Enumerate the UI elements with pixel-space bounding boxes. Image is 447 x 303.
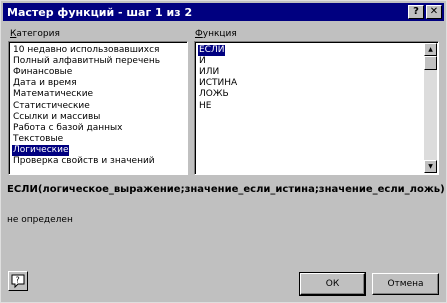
function-item[interactable]: ИЛИ xyxy=(198,67,220,78)
category-item[interactable]: Текстовые xyxy=(12,134,64,145)
category-item[interactable]: Полный алфавитный перечень xyxy=(12,56,161,67)
category-item[interactable]: Логические xyxy=(10,143,71,157)
window-title: Мастер функций - шаг 1 из 2 xyxy=(7,6,193,19)
close-button[interactable]: ✕ xyxy=(426,5,442,19)
function-scrollbar[interactable]: ▲ ▼ xyxy=(424,43,437,173)
help-assistant-icon: ? xyxy=(11,274,25,289)
category-item[interactable]: Работа с базой данных xyxy=(12,123,123,134)
category-item[interactable]: 10 недавно использовавшихся xyxy=(12,45,160,56)
function-item[interactable]: ЕСЛИ xyxy=(198,45,226,56)
function-item[interactable]: ЛОЖЬ xyxy=(198,89,230,100)
function-syntax: ЕСЛИ(логическое_выражение;значение_если_… xyxy=(7,184,445,195)
function-description: не определен xyxy=(7,215,73,225)
category-label: Категория xyxy=(10,29,60,39)
cancel-button[interactable]: Отмена xyxy=(372,273,439,295)
category-item[interactable]: Статистические xyxy=(12,101,91,112)
function-item[interactable]: ИСТИНА xyxy=(198,78,238,89)
category-item[interactable]: Проверка свойств и значений xyxy=(12,156,156,167)
ok-button[interactable]: ОК xyxy=(299,272,366,296)
office-assistant-button[interactable]: ? xyxy=(8,271,28,291)
function-item[interactable]: И xyxy=(198,56,207,67)
category-item[interactable]: Дата и время xyxy=(12,78,78,89)
svg-text:?: ? xyxy=(16,276,20,285)
function-label: Функция xyxy=(195,29,237,39)
category-listbox[interactable]: 10 недавно использовавшихся Полный алфави… xyxy=(8,41,188,175)
function-wizard-dialog: Мастер функций - шаг 1 из 2 ? ✕ Категори… xyxy=(0,0,447,303)
help-button[interactable]: ? xyxy=(408,5,424,19)
title-bar[interactable]: Мастер функций - шаг 1 из 2 ? ✕ xyxy=(3,3,444,21)
scroll-up-arrow-icon[interactable]: ▲ xyxy=(424,43,437,56)
category-item[interactable]: Финансовые xyxy=(12,67,73,78)
scroll-thumb[interactable] xyxy=(424,56,437,70)
function-listbox[interactable]: ЕСЛИ И ИЛИ ИСТИНА ЛОЖЬ НЕ ▲ ▼ xyxy=(194,41,439,175)
scroll-down-arrow-icon[interactable]: ▼ xyxy=(424,160,437,173)
function-item[interactable]: НЕ xyxy=(198,101,212,112)
category-item[interactable]: Ссылки и массивы xyxy=(12,112,101,123)
category-item[interactable]: Математические xyxy=(12,89,94,100)
